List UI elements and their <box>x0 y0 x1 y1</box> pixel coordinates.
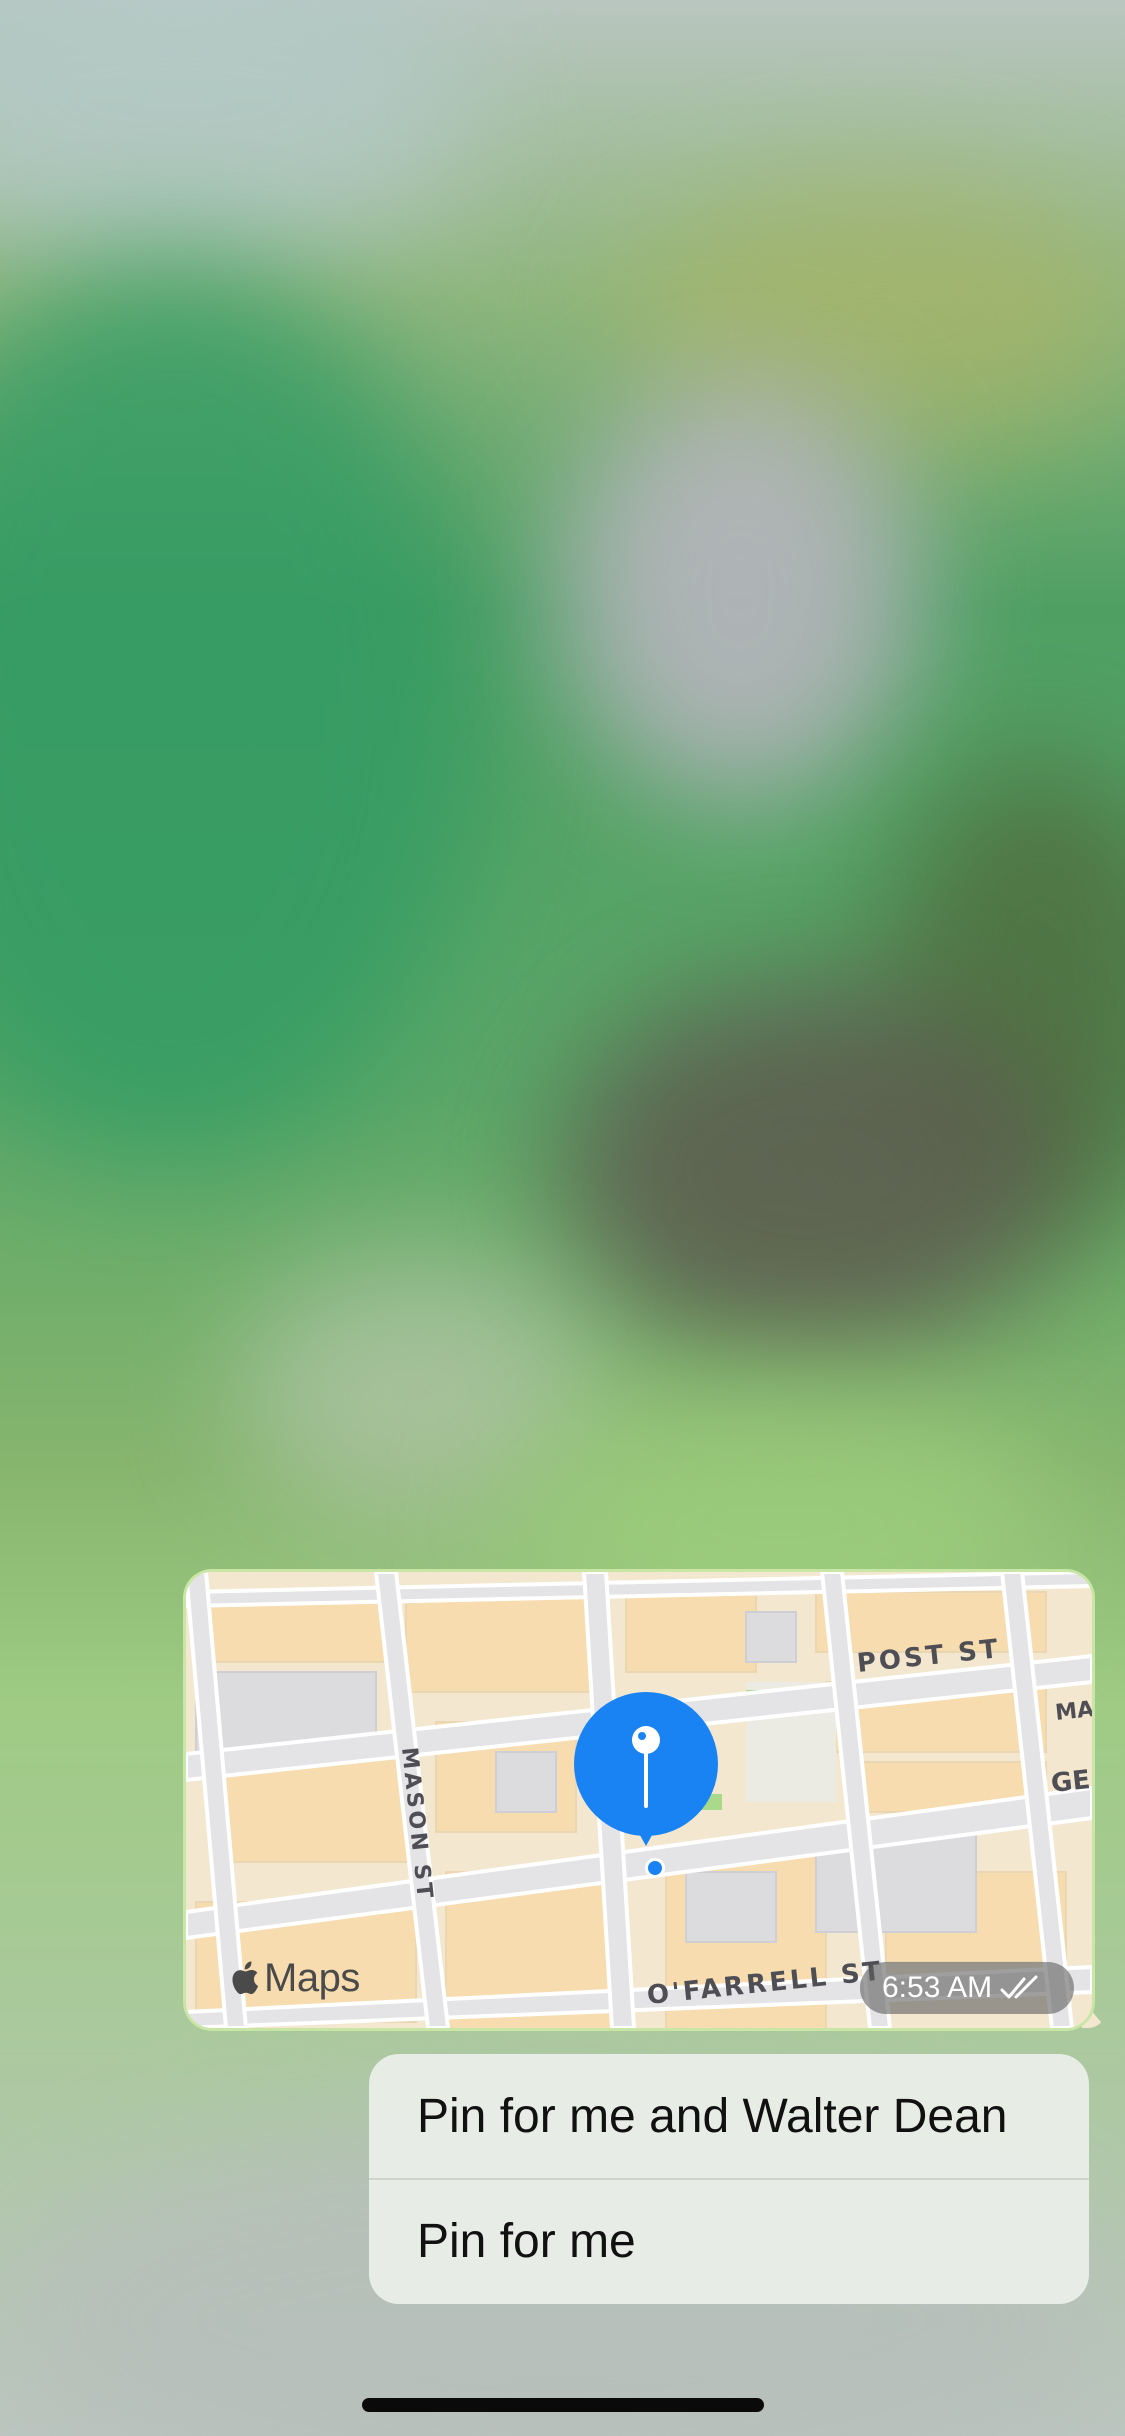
message-time: 6:53 AM <box>882 1971 993 2004</box>
message-time-pill: 6:53 AM <box>860 1962 1074 2014</box>
location-pin <box>574 1692 718 1846</box>
double-check-icon <box>1000 1975 1038 1999</box>
menu-item-pin-for-me[interactable]: Pin for me <box>369 2179 1089 2304</box>
home-indicator[interactable] <box>362 2398 764 2412</box>
street-label-partial-ge: GE <box>1050 1765 1092 1799</box>
apple-icon <box>232 1961 259 1995</box>
menu-item-label: Pin for me <box>417 2215 636 2268</box>
pushpin-icon <box>632 1726 660 1808</box>
apple-maps-logo: Maps <box>228 1956 360 2000</box>
street-label-partial-ma: MA <box>1054 1697 1092 1726</box>
maps-label: Maps <box>264 1955 360 2000</box>
menu-item-pin-for-both[interactable]: Pin for me and Walter Dean <box>369 2054 1089 2179</box>
pin-context-menu: Pin for me and Walter Dean Pin for me <box>369 2054 1089 2304</box>
location-message-bubble[interactable]: POST ST MASON ST O'FARRELL ST MA GE Maps… <box>186 1572 1092 2028</box>
location-dot <box>645 1858 665 1878</box>
menu-item-label: Pin for me and Walter Dean <box>417 2090 1008 2143</box>
